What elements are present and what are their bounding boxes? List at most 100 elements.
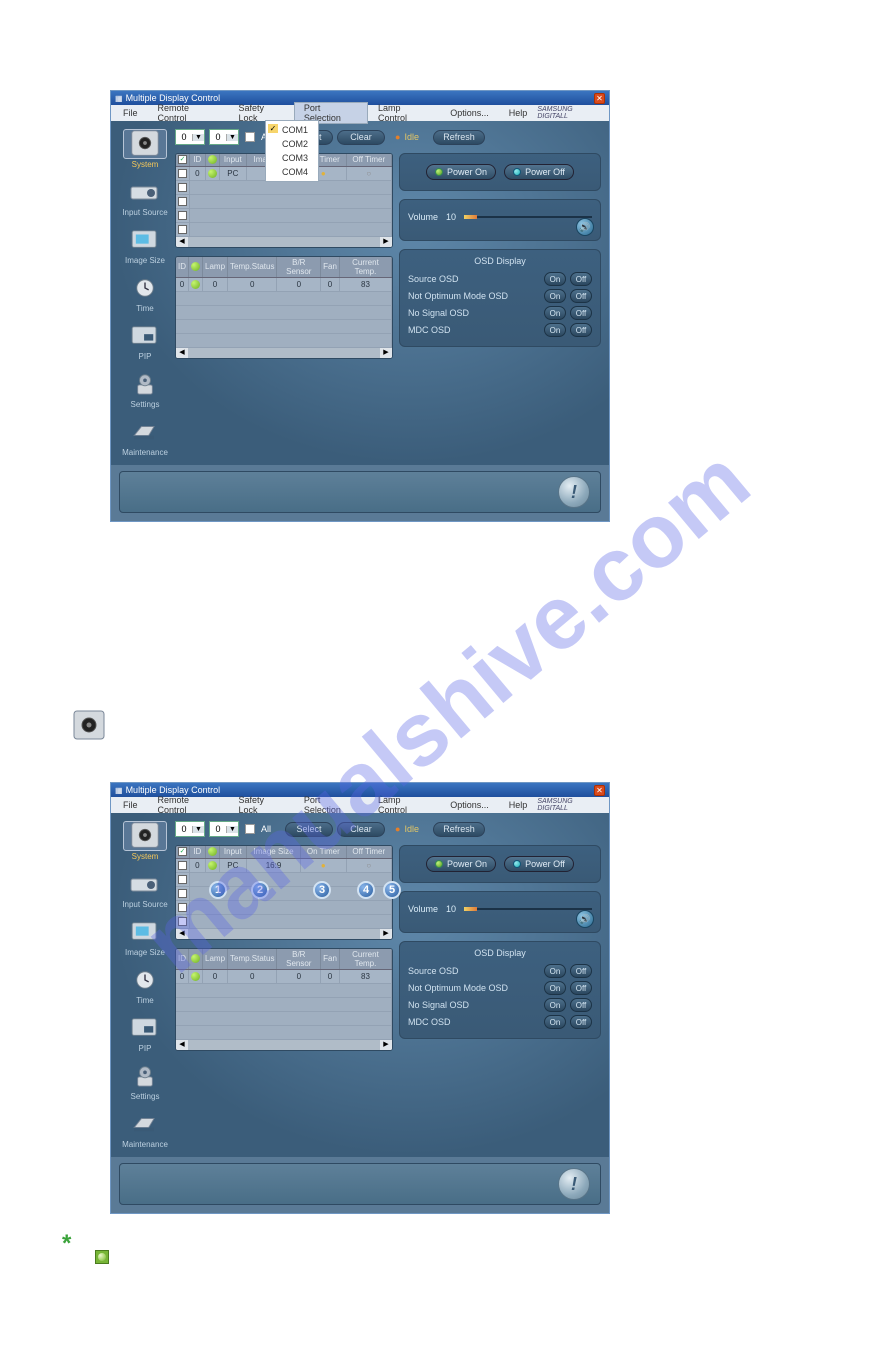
menu-file[interactable]: File	[113, 107, 148, 119]
scanner-icon	[132, 1115, 158, 1133]
port-com4[interactable]: COM4	[266, 165, 318, 179]
menu-remote-control[interactable]: Remote Control	[148, 794, 229, 816]
nosignal-osd-on[interactable]: On	[544, 306, 566, 320]
col-currenttemp: Current Temp.	[339, 257, 391, 278]
menu-lamp-control[interactable]: Lamp Control	[368, 102, 440, 124]
sidebar-item-maintenance[interactable]: Maintenance	[122, 1109, 168, 1149]
row-checkbox[interactable]	[178, 169, 187, 178]
power-on-button[interactable]: Power On	[426, 856, 496, 872]
sidebar-item-image-size[interactable]: Image Size	[123, 225, 167, 265]
range-start-select[interactable]: 0▼	[175, 821, 205, 837]
power-on-button[interactable]: Power On	[426, 164, 496, 180]
row-checkbox[interactable]	[178, 903, 187, 912]
range-end-select[interactable]: 0▼	[209, 821, 239, 837]
clear-button[interactable]: Clear	[337, 822, 385, 837]
source-osd-off[interactable]: Off	[570, 964, 592, 978]
sidebar-item-settings[interactable]: Settings	[123, 1061, 167, 1101]
menu-help[interactable]: Help	[499, 799, 538, 811]
refresh-button[interactable]: Refresh	[433, 130, 485, 145]
sidebar-maintenance-label: Maintenance	[122, 449, 168, 457]
footer-bar: !	[119, 471, 601, 513]
refresh-button[interactable]: Refresh	[433, 822, 485, 837]
table-row[interactable]: 0 0 0 0 0 83	[176, 277, 392, 291]
row-checkbox[interactable]	[178, 225, 187, 234]
port-com2[interactable]: COM2	[266, 137, 318, 151]
menu-lamp-control[interactable]: Lamp Control	[368, 794, 440, 816]
menu-options[interactable]: Options...	[440, 799, 499, 811]
horizontal-scrollbar[interactable]: ◀▶	[176, 929, 392, 939]
all-checkbox[interactable]	[245, 824, 255, 834]
table-row[interactable]: 0 PC 16:9 ● ○	[176, 858, 392, 872]
menu-port-selection[interactable]: Port Selection	[294, 794, 368, 816]
power-off-button[interactable]: Power Off	[504, 164, 574, 180]
horizontal-scrollbar[interactable]: ◀▶	[176, 237, 392, 247]
notoptimum-osd-off[interactable]: Off	[570, 981, 592, 995]
select-button[interactable]: Select	[285, 822, 333, 837]
mdc-osd-off[interactable]: Off	[570, 323, 592, 337]
volume-slider[interactable]	[464, 908, 592, 910]
sidebar-item-time[interactable]: Time	[123, 273, 167, 313]
row-checkbox[interactable]	[178, 875, 187, 884]
info-icon[interactable]: !	[558, 1168, 590, 1200]
row-checkbox[interactable]	[178, 889, 187, 898]
sidebar-item-time[interactable]: Time	[123, 965, 167, 1005]
source-osd-on[interactable]: On	[544, 964, 566, 978]
volume-value: 10	[446, 212, 456, 222]
row-checkbox[interactable]	[178, 183, 187, 192]
sidebar-item-input-source[interactable]: Input Source	[122, 869, 167, 909]
mdc-osd-on[interactable]: On	[544, 1015, 566, 1029]
green-dot-icon	[435, 168, 443, 176]
table-row[interactable]: 0 0 0 0 0 83	[176, 969, 392, 983]
sidebar-item-maintenance[interactable]: Maintenance	[122, 417, 168, 457]
clear-button[interactable]: Clear	[337, 130, 385, 145]
nosignal-osd-off[interactable]: Off	[570, 998, 592, 1012]
port-com3[interactable]: COM3	[266, 151, 318, 165]
power-off-button[interactable]: Power Off	[504, 856, 574, 872]
source-osd-off[interactable]: Off	[570, 272, 592, 286]
nosignal-osd-on[interactable]: On	[544, 998, 566, 1012]
sidebar-item-image-size[interactable]: Image Size	[123, 917, 167, 957]
sidebar-item-input-source[interactable]: Input Source	[122, 177, 167, 217]
menu-safety-lock[interactable]: Safety Lock	[228, 794, 293, 816]
info-icon[interactable]: !	[558, 476, 590, 508]
range-end-select[interactable]: 0▼	[209, 129, 239, 145]
notoptimum-osd-on[interactable]: On	[544, 289, 566, 303]
sidebar-item-pip[interactable]: PIP	[123, 1013, 167, 1053]
sidebar-item-system[interactable]: System	[123, 129, 167, 169]
horizontal-scrollbar[interactable]: ◀▶	[176, 348, 392, 358]
menu-remote-control[interactable]: Remote Control	[148, 102, 229, 124]
port-com1[interactable]: COM1	[266, 123, 318, 137]
close-icon[interactable]: ✕	[594, 785, 605, 796]
sidebar-item-system[interactable]: System	[123, 821, 167, 861]
menu-file[interactable]: File	[113, 799, 148, 811]
close-icon[interactable]: ✕	[594, 93, 605, 104]
speaker-icon[interactable]: 🔊	[576, 910, 594, 928]
mdc-osd-off[interactable]: Off	[570, 1015, 592, 1029]
horizontal-scrollbar[interactable]: ◀▶	[176, 1040, 392, 1050]
col-fan: Fan	[321, 257, 340, 278]
all-checkbox[interactable]	[245, 132, 255, 142]
mdc-osd-on[interactable]: On	[544, 323, 566, 337]
menu-help[interactable]: Help	[499, 107, 538, 119]
nosignal-osd-off[interactable]: Off	[570, 306, 592, 320]
header-checkbox[interactable]	[178, 155, 187, 164]
notoptimum-osd-off[interactable]: Off	[570, 289, 592, 303]
volume-panel: Volume 10 🔊	[399, 199, 601, 241]
volume-panel: Volume 10 🔊	[399, 891, 601, 933]
source-osd-on[interactable]: On	[544, 272, 566, 286]
menu-options[interactable]: Options...	[440, 107, 499, 119]
range-start-select[interactable]: 0▼	[175, 129, 205, 145]
row-checkbox[interactable]	[178, 197, 187, 206]
row-checkbox[interactable]	[178, 211, 187, 220]
sidebar-item-pip[interactable]: PIP	[123, 321, 167, 361]
row-checkbox[interactable]	[178, 917, 187, 926]
sidebar-item-settings[interactable]: Settings	[123, 369, 167, 409]
col-lamp: Lamp	[203, 257, 228, 278]
row-checkbox[interactable]	[178, 861, 187, 870]
volume-label: Volume	[408, 904, 438, 914]
volume-slider[interactable]	[464, 216, 592, 218]
toolbar-row: 0▼ 0▼ All Select Clear Idle Refresh	[175, 127, 601, 147]
notoptimum-osd-on[interactable]: On	[544, 981, 566, 995]
header-checkbox[interactable]	[178, 847, 187, 856]
speaker-icon[interactable]: 🔊	[576, 218, 594, 236]
